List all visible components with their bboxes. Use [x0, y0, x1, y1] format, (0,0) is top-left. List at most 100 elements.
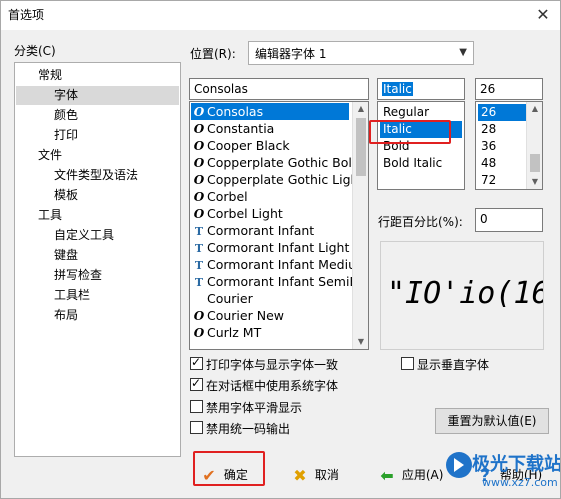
opentype-icon: O: [193, 156, 205, 170]
scroll-up-icon[interactable]: ▲: [527, 102, 542, 116]
opentype-icon: O: [193, 122, 205, 136]
category-label: 分类(C): [14, 44, 56, 58]
font-list-item[interactable]: O Consolas: [191, 103, 349, 120]
watermark-url: www.xz7.com: [482, 476, 558, 489]
font-style-input-text: Italic: [382, 82, 413, 96]
x-icon: ✖: [293, 465, 307, 485]
font-list-item[interactable]: O Corbel Light: [191, 205, 349, 222]
disable-smoothing-checkbox[interactable]: [190, 400, 203, 413]
reset-default-button[interactable]: 重置为默认值(E): [435, 408, 549, 434]
ok-button[interactable]: ✔ 确定: [198, 462, 248, 488]
window-title: 首选项: [8, 8, 45, 22]
font-name-input[interactable]: Consolas: [189, 78, 369, 100]
font-list-scrollbar[interactable]: ▲ ▼: [352, 102, 368, 349]
scrollbar-thumb[interactable]: [356, 118, 366, 176]
font-list-item-label: Cormorant Infant Medium: [207, 257, 369, 272]
category-item[interactable]: 文件类型及语法: [51, 166, 141, 185]
font-size-input[interactable]: 26: [475, 78, 543, 100]
print-same-font-checkbox[interactable]: [190, 355, 203, 370]
font-list-item-label: Corbel: [207, 189, 248, 204]
font-style-item[interactable]: Regular: [380, 104, 462, 121]
disable-unicode-checkbox[interactable]: [190, 421, 203, 434]
system-font-checkbox[interactable]: [190, 376, 203, 391]
font-list-item[interactable]: Courier: [191, 290, 349, 307]
category-item[interactable]: 常规: [35, 66, 65, 85]
category-item[interactable]: 布局: [51, 306, 81, 325]
arrow-left-icon: ⬅: [380, 465, 394, 485]
category-item[interactable]: 打印: [51, 126, 81, 145]
truetype-icon: T: [194, 259, 204, 272]
font-list-item[interactable]: T Cormorant Infant SemiBold: [191, 273, 368, 290]
system-font-label: 在对话框中使用系统字体: [206, 379, 339, 393]
category-item[interactable]: 工具: [35, 206, 65, 225]
position-select[interactable]: 编辑器字体 1 ▼: [248, 41, 474, 65]
font-list[interactable]: O Curlz MT O Courier New Courier T Cormorant I…: [189, 101, 369, 350]
category-tree[interactable]: 常规 字体 颜色 打印 文件 文件类型及语法 模板 工具 自定义工具 键盘 拼写检查 工具栏 布局: [14, 62, 181, 457]
scrollbar-thumb[interactable]: [530, 154, 540, 172]
scroll-down-icon[interactable]: ▼: [527, 175, 542, 189]
font-size-item[interactable]: 48: [478, 155, 526, 172]
category-item[interactable]: 文件: [35, 146, 65, 165]
print-same-font-label: 打印字体与显示字体一致: [206, 358, 339, 372]
category-item[interactable]: 颜色: [51, 106, 81, 125]
opentype-icon: O: [193, 207, 205, 221]
font-list-item-label: Cooper Black: [207, 138, 290, 153]
font-list-item-label: Cormorant Infant Light: [207, 240, 350, 255]
disable-smoothing-label: 禁用字体平滑显示: [206, 401, 303, 415]
truetype-icon: T: [194, 242, 204, 255]
font-list-item[interactable]: O Curlz MT: [191, 324, 349, 341]
italic-highlight-box: [369, 120, 451, 144]
opentype-icon: O: [193, 326, 205, 340]
font-list-item[interactable]: T Cormorant Infant Light: [191, 239, 349, 256]
category-item[interactable]: 键盘: [51, 246, 81, 265]
font-list-item[interactable]: O Cooper Black: [191, 137, 349, 154]
opentype-icon: O: [193, 309, 205, 323]
title-bar: [0, 0, 561, 30]
font-size-item[interactable]: 72: [478, 172, 526, 189]
truetype-icon: T: [194, 225, 204, 238]
font-list-item-label: Curlz MT: [207, 325, 262, 340]
category-item[interactable]: 模板: [51, 186, 81, 205]
close-icon[interactable]: ✕: [532, 4, 554, 26]
font-size-item[interactable]: 28: [478, 121, 526, 138]
opentype-icon: O: [193, 190, 205, 204]
preview-text: "IO'io(16: [387, 276, 544, 311]
font-list-item[interactable]: O Constantia: [191, 120, 349, 137]
position-select-value: 编辑器字体 1: [255, 47, 327, 61]
category-item[interactable]: 自定义工具: [51, 226, 117, 245]
font-style-item[interactable]: Bold Italic: [380, 155, 462, 172]
font-list-item[interactable]: T Cormorant Infant: [191, 222, 349, 239]
font-list-item-label: Cormorant Infant: [207, 223, 315, 238]
font-size-item[interactable]: 26: [478, 104, 526, 121]
line-spacing-label: 行距百分比(%):: [378, 215, 463, 229]
font-list-item-label: Courier: [207, 291, 253, 306]
font-list-item-label: Copperplate Gothic Light: [207, 172, 364, 187]
category-item[interactable]: 拼写检查: [51, 266, 105, 285]
category-item[interactable]: 工具栏: [51, 286, 93, 305]
font-style-list[interactable]: Regular Italic Bold Bold Italic: [377, 101, 465, 190]
cancel-button[interactable]: ✖ 取消: [289, 462, 339, 488]
opentype-icon: O: [193, 105, 205, 119]
vertical-font-checkbox[interactable]: [401, 357, 414, 370]
disable-unicode-label: 禁用统一码输出: [206, 422, 291, 436]
font-list-item[interactable]: O Corbel: [191, 188, 349, 205]
font-size-item[interactable]: 36: [478, 138, 526, 155]
font-list-item[interactable]: T Cormorant Infant Medium: [191, 256, 368, 273]
font-list-item[interactable]: O Courier New: [191, 307, 349, 324]
scroll-up-icon[interactable]: ▲: [353, 102, 368, 116]
size-list-scrollbar[interactable]: ▲ ▼: [526, 102, 542, 189]
category-item[interactable]: 字体: [16, 86, 179, 105]
watermark: 极光下载站 www.xz7.com: [442, 448, 561, 498]
font-list-item[interactable]: O Copperplate Gothic Bold: [191, 154, 360, 171]
apply-button-label: 应用(A): [401, 468, 444, 482]
line-spacing-input[interactable]: 0: [475, 208, 543, 232]
font-list-item[interactable]: O Copperplate Gothic Light: [191, 171, 364, 188]
apply-button[interactable]: ⬅ 应用(A): [376, 462, 443, 488]
scroll-down-icon[interactable]: ▼: [353, 335, 368, 349]
font-list-item-label: Constantia: [207, 121, 275, 136]
watermark-logo-icon: [446, 452, 472, 478]
font-style-input[interactable]: Italic: [377, 78, 465, 100]
font-list-item-label: Courier New: [207, 308, 284, 323]
font-size-list[interactable]: 72 48 36 28 26 ▲ ▼: [475, 101, 543, 190]
opentype-icon: O: [193, 173, 205, 187]
